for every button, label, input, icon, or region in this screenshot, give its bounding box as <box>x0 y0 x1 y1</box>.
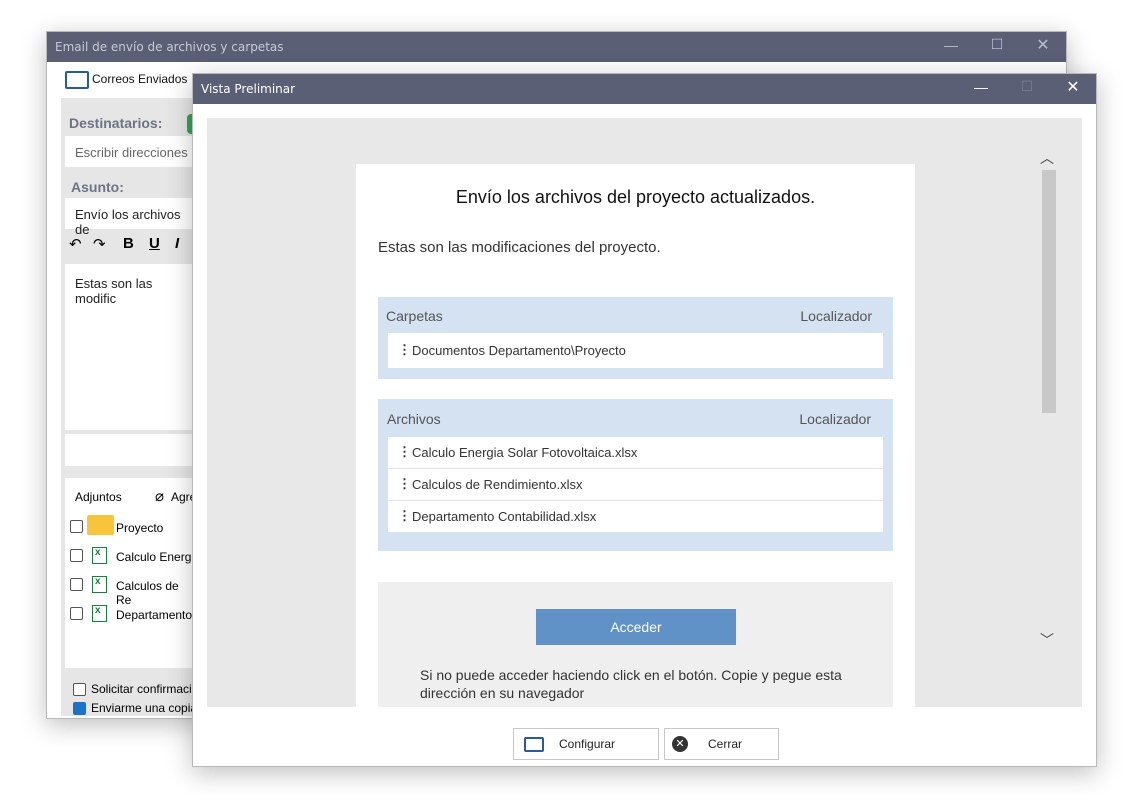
preview-title-bar: Vista Preliminar — ☐ ✕ <box>193 74 1096 104</box>
main-window-title: Email de envío de archivos y carpetas <box>55 40 284 54</box>
folders-header: Carpetas <box>386 308 443 324</box>
attachment-checkbox[interactable] <box>70 607 83 620</box>
access-instructions: Si no puede acceder haciendo click en el… <box>420 667 842 701</box>
message-body[interactable]: Estas son las modific <box>65 264 195 430</box>
preview-viewport: Envío los archivos del proyecto actualiz… <box>207 118 1082 707</box>
excel-icon <box>92 547 107 564</box>
files-locator-header: Localizador <box>799 411 871 427</box>
attachment-name: Departamento <box>116 608 193 622</box>
send-copy-label: Enviarme una copia <box>91 701 198 715</box>
close-icon[interactable]: ✕ <box>1050 77 1096 97</box>
preview-window-title: Vista Preliminar <box>201 82 296 96</box>
drag-handle-icon: ⋮ <box>398 476 411 491</box>
attachment-name: Proyecto <box>116 521 164 535</box>
maximize-icon: ☐ <box>1020 78 1034 94</box>
attachments-label: Adjuntos <box>75 490 122 504</box>
recipients-label: Destinatarios: <box>69 115 163 131</box>
undo-icon[interactable]: ↶ <box>69 235 82 253</box>
format-toolbar: ↶ ↷ B U I <box>65 232 195 260</box>
request-confirmation-label: Solicitar confirmació <box>91 682 199 696</box>
subject-label: Asunto: <box>71 179 124 195</box>
bold-icon[interactable]: B <box>123 235 134 252</box>
recipients-input[interactable]: Escribir direcciones <box>65 136 195 167</box>
attachment-checkbox[interactable] <box>70 549 83 562</box>
folders-locator-header: Localizador <box>800 308 872 324</box>
attachment-name: Calculo Energi <box>116 550 195 564</box>
maximize-icon[interactable]: ☐ <box>974 36 1020 53</box>
attachment-checkbox[interactable] <box>70 578 83 591</box>
preview-window: Vista Preliminar — ☐ ✕ Envío los archivo… <box>192 73 1097 767</box>
file-row[interactable]: ⋮ Calculo Energia Solar Fotovoltaica.xls… <box>388 437 883 469</box>
files-header: Archivos <box>387 411 441 427</box>
folder-icon <box>87 515 114 535</box>
configure-button[interactable]: Configurar <box>513 728 659 760</box>
minimize-icon[interactable]: — <box>958 79 1004 95</box>
main-title-bar: Email de envío de archivos y carpetas — … <box>47 32 1066 62</box>
underline-icon[interactable]: U <box>149 235 160 252</box>
file-row[interactable]: ⋮ Calculos de Rendimiento.xlsx <box>388 469 883 501</box>
scroll-up-icon[interactable]: ︿ <box>1040 148 1054 168</box>
subject-input[interactable]: Envío los archivos de <box>65 198 195 237</box>
redo-icon[interactable]: ↷ <box>93 235 106 253</box>
folders-table: Carpetas Localizador ⋮ Documentos Depart… <box>378 297 893 379</box>
excel-icon <box>92 605 107 622</box>
file-row[interactable]: ⋮ Departamento Contabilidad.xlsx <box>388 501 883 532</box>
sent-mails-button[interactable]: Correos Enviados <box>92 72 187 86</box>
attachment-name: Calculos de Re <box>116 579 179 607</box>
request-confirmation-checkbox[interactable] <box>73 683 86 696</box>
email-intro: Estas son las modificaciones del proyect… <box>378 239 661 256</box>
folder-row[interactable]: ⋮ Documentos Departamento\Proyecto <box>388 333 883 368</box>
close-button[interactable]: ✕ Cerrar <box>664 728 779 760</box>
italic-icon[interactable]: I <box>175 235 179 252</box>
send-copy-checkbox[interactable] <box>73 702 86 715</box>
email-document: Envío los archivos del proyecto actualiz… <box>356 164 915 707</box>
drag-handle-icon: ⋮ <box>398 444 411 459</box>
excel-icon <box>92 576 107 593</box>
minimize-icon[interactable]: — <box>928 37 974 53</box>
drag-handle-icon: ⋮ <box>398 508 411 523</box>
attachments-panel: Adjuntos ⌀ Agre Proyecto Calculo Energi … <box>65 478 196 668</box>
sent-mail-icon <box>65 71 89 89</box>
paperclip-icon[interactable]: ⌀ <box>155 487 164 505</box>
files-table: Archivos Localizador ⋮ Calculo Energia S… <box>378 399 893 551</box>
attachment-checkbox[interactable] <box>70 520 83 533</box>
drag-handle-icon: ⋮ <box>398 342 411 357</box>
scroll-down-icon[interactable]: ﹀ <box>1040 630 1054 650</box>
scrollbar-track[interactable]: ︿ ﹀ <box>1039 148 1056 670</box>
close-circle-icon: ✕ <box>672 736 688 752</box>
access-button[interactable]: Acceder <box>536 609 736 645</box>
signature-area[interactable] <box>65 434 195 466</box>
scrollbar-thumb[interactable] <box>1042 170 1056 413</box>
email-heading: Envío los archivos del proyecto actualiz… <box>455 187 816 207</box>
access-section: Acceder Si no puede acceder haciendo cli… <box>378 582 893 707</box>
mail-preview-icon <box>524 737 544 752</box>
close-icon[interactable]: ✕ <box>1020 35 1066 55</box>
